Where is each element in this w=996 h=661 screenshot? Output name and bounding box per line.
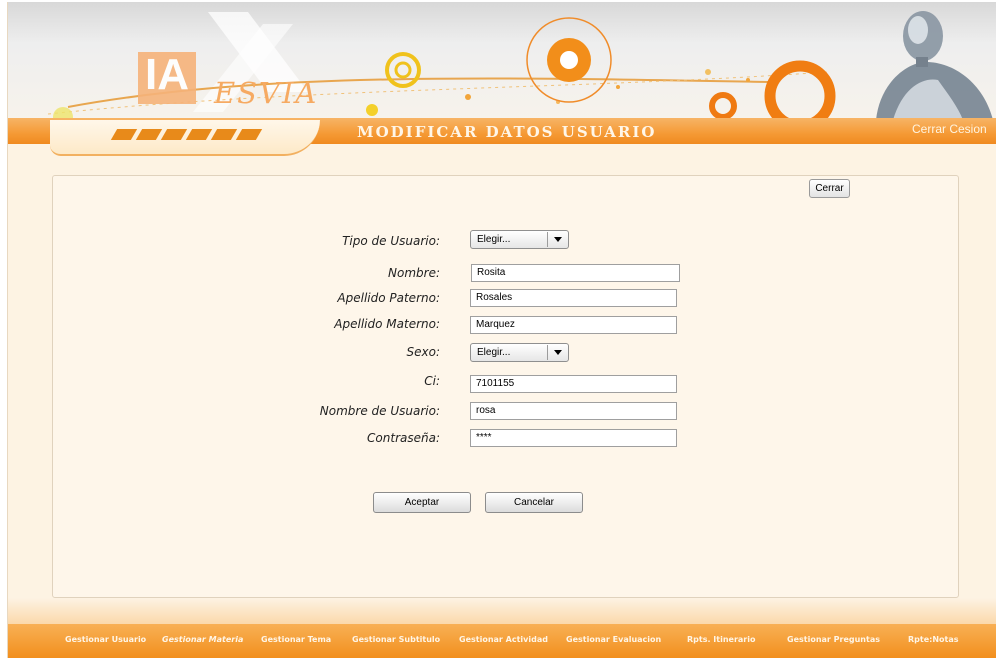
tipo-usuario-selected: Elegir... (477, 234, 511, 245)
nombre-usuario-label: Nombre de Usuario: (319, 404, 440, 418)
password-input[interactable]: **** (470, 429, 677, 447)
apellido-materno-input[interactable]: Marquez (470, 316, 677, 334)
tipo-usuario-select[interactable]: Elegir... (470, 230, 569, 249)
logo: IA (138, 50, 196, 104)
nombre-usuario-input[interactable]: rosa (470, 402, 677, 420)
nav-rpte-notas[interactable]: Rpte:Notas (908, 635, 959, 644)
accept-button[interactable]: Aceptar (373, 492, 471, 513)
nav-gestionar-subtitulo[interactable]: Gestionar Subtitulo (352, 635, 440, 644)
nombre-input[interactable]: Rosita (471, 264, 680, 282)
cancel-button[interactable]: Cancelar (485, 492, 583, 513)
apellido-paterno-label: Apellido Paterno: (337, 291, 440, 305)
nav-rpts-itinerario[interactable]: Rpts. Itinerario (687, 635, 756, 644)
decorative-stripes (110, 125, 264, 144)
logo-main-text: IA (145, 50, 189, 99)
nav-gestionar-tema[interactable]: Gestionar Tema (261, 635, 331, 644)
apellido-paterno-input[interactable]: Rosales (470, 289, 677, 307)
sexo-label: Sexo: (406, 345, 441, 359)
nav-gestionar-usuario[interactable]: Gestionar Usuario (65, 635, 146, 644)
logout-link[interactable]: Cerrar Cesion (912, 122, 987, 136)
nav-gestionar-actividad[interactable]: Gestionar Actividad (459, 635, 548, 644)
nav-gestionar-materia[interactable]: Gestionar Materia (162, 635, 243, 644)
sexo-select[interactable]: Elegir... (470, 343, 569, 362)
ci-input[interactable]: 7101155 (470, 375, 677, 393)
nav-gestionar-evaluacion[interactable]: Gestionar Evaluacion (566, 635, 661, 644)
page-title: MODIFICAR DATOS USUARIO (357, 123, 657, 141)
nav-gestionar-preguntas[interactable]: Gestionar Preguntas (787, 635, 880, 644)
ci-label: Ci: (424, 374, 440, 388)
caret-down-icon (554, 237, 562, 242)
header-banner: IA ESVIA (8, 2, 996, 120)
footer-glow (8, 598, 996, 624)
caret-down-icon (554, 350, 562, 355)
nombre-label: Nombre: (388, 266, 440, 280)
close-button[interactable]: Cerrar (809, 179, 850, 198)
tipo-usuario-label: Tipo de Usuario: (342, 234, 440, 248)
logo-subtitle: ESVIA (214, 76, 319, 110)
app-window: IA ESVIA MODIFICAR DATOS USUARIO Cerrar … (7, 2, 996, 658)
sexo-selected: Elegir... (477, 347, 511, 358)
apellido-materno-label: Apellido Materno: (334, 317, 440, 331)
contrasena-label: Contraseña: (367, 431, 440, 445)
